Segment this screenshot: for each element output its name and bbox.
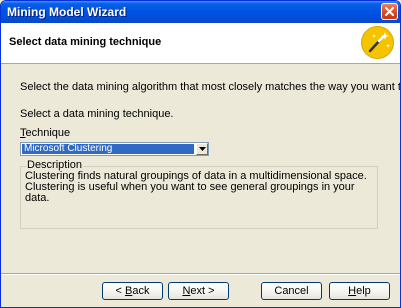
back-button[interactable]: < Back (102, 282, 163, 300)
select-technique-prompt: Select a data mining technique. (20, 108, 174, 120)
wizard-wand-icon (361, 26, 394, 59)
technique-label: Technique (20, 127, 70, 139)
help-button-accel: H (348, 285, 357, 297)
window-title: Mining Model Wizard (7, 5, 127, 19)
next-button[interactable]: Next > (168, 282, 229, 300)
description-text: Clustering finds natural groupings of da… (25, 170, 367, 204)
technique-label-rest: echnique (25, 127, 71, 139)
page-title: Select data mining technique (9, 36, 162, 48)
wizard-window: Mining Model Wizard Select data mining t… (0, 0, 401, 308)
technique-selected-value: Microsoft Clustering (22, 144, 194, 154)
chevron-down-icon (199, 147, 206, 151)
intro-text: Select the data mining algorithm that mo… (20, 81, 401, 93)
dropdown-button[interactable] (196, 143, 208, 155)
description-group: Description Clustering finds natural gro… (20, 159, 378, 229)
wizard-header: Select data mining technique (1, 23, 400, 64)
back-button-prefix: < (115, 285, 125, 297)
title-bar[interactable]: Mining Model Wizard (1, 1, 400, 23)
help-button[interactable]: Help (329, 282, 390, 300)
back-button-rest: ack (132, 285, 150, 297)
footer-divider (1, 273, 400, 275)
cancel-button[interactable]: Cancel (261, 282, 322, 300)
next-button-rest: ext > (190, 285, 215, 297)
help-button-rest: elp (356, 285, 371, 297)
technique-dropdown[interactable]: Microsoft Clustering (20, 142, 209, 156)
close-button[interactable] (381, 3, 398, 20)
close-icon (385, 7, 394, 16)
